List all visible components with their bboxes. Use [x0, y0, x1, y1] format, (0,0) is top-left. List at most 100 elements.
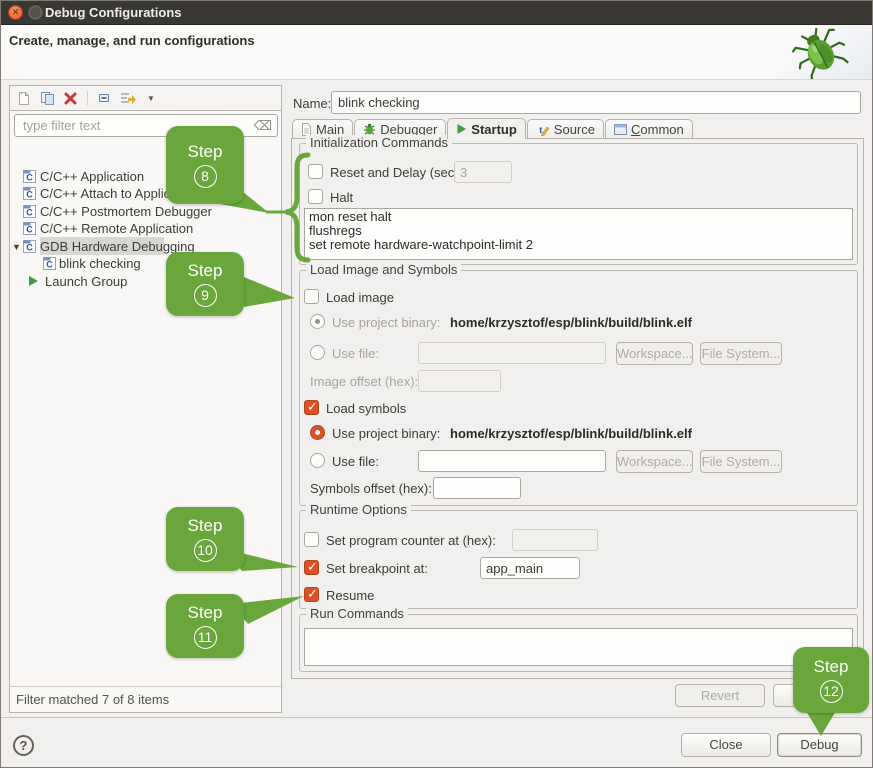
symbols-project-binary-radio[interactable]	[310, 425, 325, 440]
symbols-offset-label: Symbols offset (hex):	[310, 481, 432, 496]
new-configuration-icon[interactable]	[16, 90, 32, 106]
step-11-number: 11	[194, 626, 217, 649]
help-button[interactable]: ?	[13, 735, 34, 756]
set-breakpoint-checkbox[interactable]	[304, 560, 319, 575]
name-label: Name:	[293, 96, 331, 111]
halt-checkbox[interactable]	[308, 189, 323, 204]
symbols-use-file-radio[interactable]	[310, 453, 325, 468]
image-project-binary-label: Use project binary:	[332, 315, 440, 330]
expander-icon[interactable]: ▼	[12, 239, 21, 256]
symbols-project-binary-label: Use project binary:	[332, 426, 440, 441]
set-breakpoint-label: Set breakpoint at:	[326, 561, 428, 576]
image-workspace-button: Workspace...	[616, 342, 693, 365]
launch-group-icon	[27, 275, 39, 287]
svg-text:C: C	[26, 225, 33, 235]
window-close-icon[interactable]: ✕	[8, 5, 23, 20]
reset-delay-input	[454, 161, 512, 183]
run-commands-group: Run Commands	[299, 614, 858, 672]
reset-and-delay-checkbox[interactable]	[308, 164, 323, 179]
debug-button[interactable]: Debug	[777, 733, 862, 757]
tab-source[interactable]: t Source	[527, 119, 604, 139]
svg-text:C: C	[26, 190, 33, 200]
image-filesystem-button: File System...	[700, 342, 782, 365]
filter-status-bar: Filter matched 7 of 8 items	[10, 686, 283, 712]
init-commands-textarea[interactable]: mon reset halt flushregs set remote hard…	[304, 208, 853, 260]
footer-separator	[1, 717, 873, 718]
set-program-counter-checkbox[interactable]	[304, 532, 319, 547]
step-8-number: 8	[194, 165, 217, 188]
collapse-all-icon[interactable]	[97, 90, 113, 106]
toolbar-separator	[87, 91, 88, 105]
delete-configuration-icon[interactable]	[62, 90, 78, 106]
close-button[interactable]: Close	[681, 733, 771, 757]
step-9-number: 9	[194, 284, 217, 307]
symbols-workspace-button: Workspace...	[616, 450, 693, 473]
dialog-header: Create, manage, and run configurations	[1, 25, 872, 80]
step-10-callout: Step 10	[166, 507, 244, 571]
runtime-options-group: Runtime Options Set program counter at (…	[299, 510, 858, 609]
tab-common[interactable]: Common	[605, 119, 693, 139]
common-tab-icon	[614, 124, 627, 135]
window-minimize-icon[interactable]	[28, 5, 43, 20]
svg-text:C: C	[26, 208, 33, 218]
set-program-counter-label: Set program counter at (hex):	[326, 533, 496, 548]
step-12-number: 12	[820, 680, 843, 703]
step-11-callout: Step 11	[166, 594, 244, 658]
tab-startup[interactable]: Startup	[447, 118, 526, 139]
step-8-callout: Step 8	[166, 126, 244, 204]
symbols-use-file-label: Use file:	[332, 454, 379, 469]
titlebar[interactable]: ✕ Debug Configurations	[1, 1, 872, 25]
load-image-checkbox[interactable]	[304, 289, 319, 304]
resume-checkbox[interactable]	[304, 587, 319, 602]
c-application-icon: C	[23, 170, 36, 183]
image-offset-input	[418, 370, 501, 392]
toolbar-menu-dropdown-icon[interactable]: ▼	[143, 90, 159, 106]
group-title: Runtime Options	[306, 502, 411, 517]
c-application-icon: C	[23, 222, 36, 235]
group-title: Initialization Commands	[306, 135, 452, 150]
revert-button: Revert	[675, 684, 765, 707]
configuration-form: Name: Main Debugger Startup t Source Com…	[291, 85, 866, 713]
filter-status-text: Filter matched 7 of 8 items	[16, 692, 169, 707]
load-image-symbols-group: Load Image and Symbols Load image Use pr…	[299, 270, 858, 506]
configurations-toolbar: ▼	[9, 85, 282, 111]
step-12-callout: Step 12	[793, 647, 869, 713]
image-project-binary-value: home/krzysztof/esp/blink/build/blink.elf	[450, 315, 692, 330]
c-application-icon: C	[23, 240, 36, 253]
window-title: Debug Configurations	[45, 5, 182, 20]
c-application-icon: C	[23, 205, 36, 218]
program-counter-input	[512, 529, 598, 551]
image-file-input	[418, 342, 606, 364]
breakpoint-input[interactable]	[480, 557, 580, 579]
name-input[interactable]	[331, 91, 861, 114]
image-project-binary-radio	[310, 314, 325, 329]
load-symbols-checkbox[interactable]	[304, 400, 319, 415]
halt-label: Halt	[330, 190, 353, 205]
step-9-callout: Step 9	[166, 252, 244, 316]
svg-text:C: C	[46, 260, 53, 270]
duplicate-configuration-icon[interactable]	[39, 90, 55, 106]
image-use-file-label: Use file:	[332, 346, 379, 361]
group-title: Load Image and Symbols	[306, 262, 461, 277]
filter-configurations-icon[interactable]	[120, 90, 136, 106]
source-tab-icon: t	[536, 123, 550, 136]
c-application-icon: C	[23, 187, 36, 200]
symbols-file-input[interactable]	[418, 450, 606, 472]
startup-tab-content: Initialization Commands Reset and Delay …	[291, 138, 864, 679]
initialization-commands-group: Initialization Commands Reset and Delay …	[299, 143, 858, 265]
c-application-icon: C	[43, 257, 56, 270]
resume-label: Resume	[326, 588, 374, 603]
symbols-project-binary-value: home/krzysztof/esp/blink/build/blink.elf	[450, 426, 692, 441]
group-title: Run Commands	[306, 606, 408, 621]
dialog-subtitle: Create, manage, and run configurations	[9, 33, 255, 48]
image-use-file-radio	[310, 345, 325, 360]
clear-filter-icon[interactable]: ⌫	[254, 118, 272, 133]
load-image-label: Load image	[326, 290, 394, 305]
run-commands-textarea[interactable]	[304, 628, 853, 666]
debug-configurations-dialog: ✕ Debug Configurations Create, manage, a…	[0, 0, 873, 768]
startup-tab-icon	[456, 123, 467, 135]
load-symbols-label: Load symbols	[326, 401, 406, 416]
symbols-offset-input[interactable]	[433, 477, 521, 499]
image-offset-label: Image offset (hex):	[310, 374, 418, 389]
beetle-icon	[774, 25, 858, 79]
